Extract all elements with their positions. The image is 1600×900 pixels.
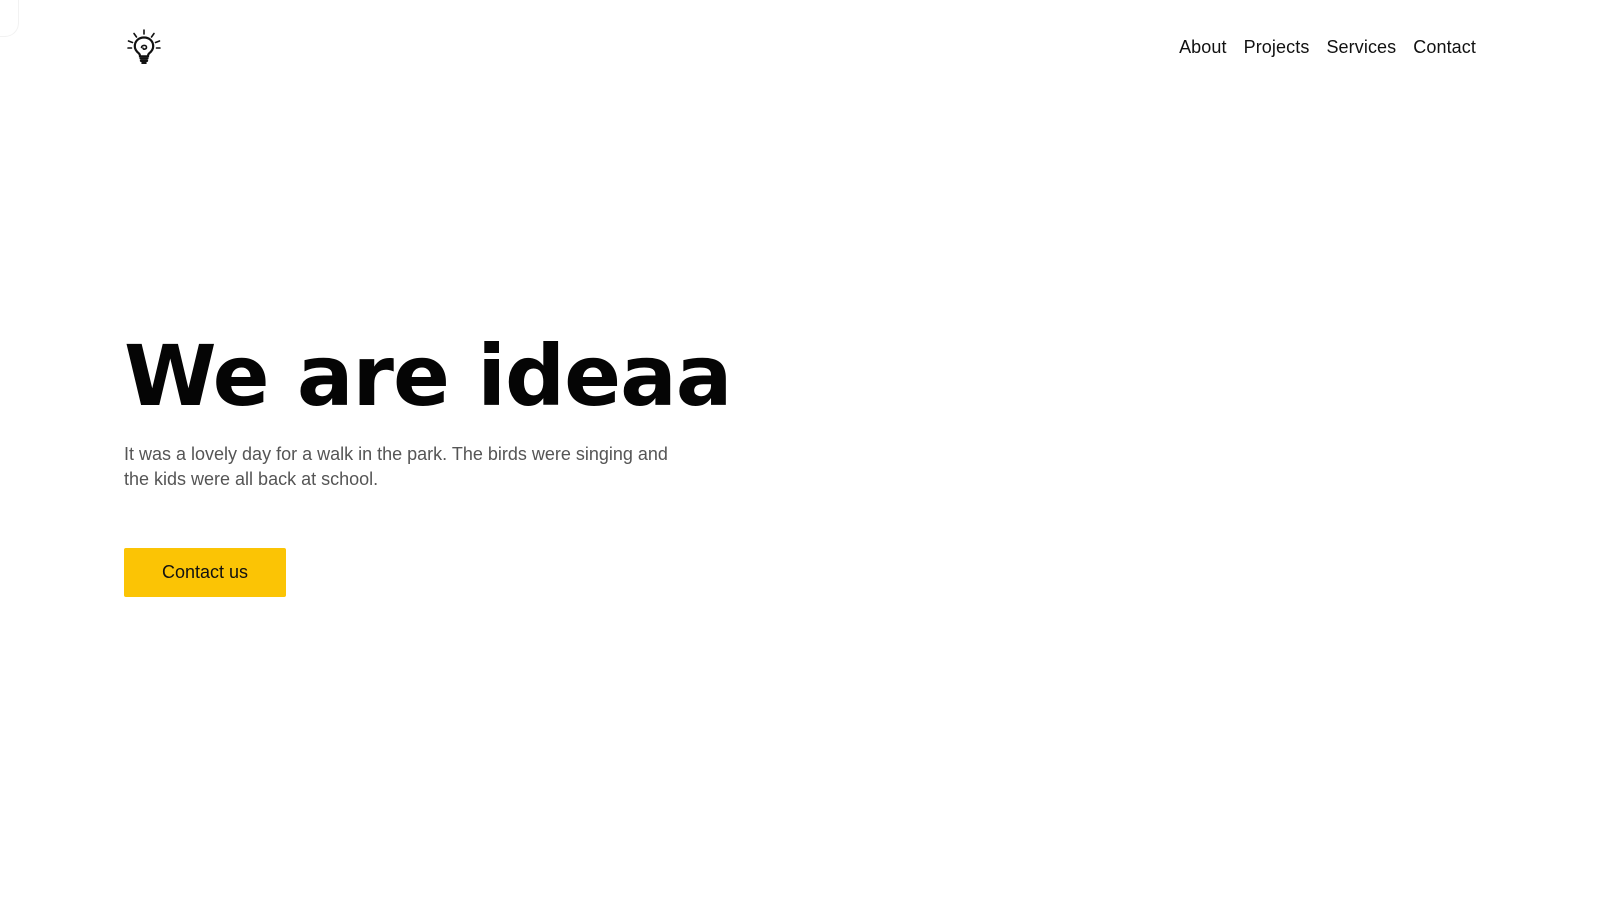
nav-link-projects[interactable]: Projects [1244, 37, 1310, 58]
main-nav: About Projects Services Contact [1179, 37, 1476, 58]
hero-description: It was a lovely day for a walk in the pa… [124, 444, 668, 489]
hero-title: We are ideaa [124, 327, 732, 425]
nav-link-about[interactable]: About [1179, 37, 1227, 58]
page: About Projects Services Contact We are i… [0, 0, 1600, 900]
site-header: About Projects Services Contact [124, 20, 1476, 74]
hero-section: We are ideaa It was a lovely day for a w… [124, 330, 824, 492]
lightbulb-icon[interactable] [124, 27, 164, 67]
nav-link-services[interactable]: Services [1326, 37, 1396, 58]
nav-link-contact[interactable]: Contact [1413, 37, 1476, 58]
corner-decoration [0, 0, 19, 37]
contact-us-button[interactable]: Contact us [124, 548, 286, 597]
lightbulb-icon-graphic [127, 29, 161, 64]
